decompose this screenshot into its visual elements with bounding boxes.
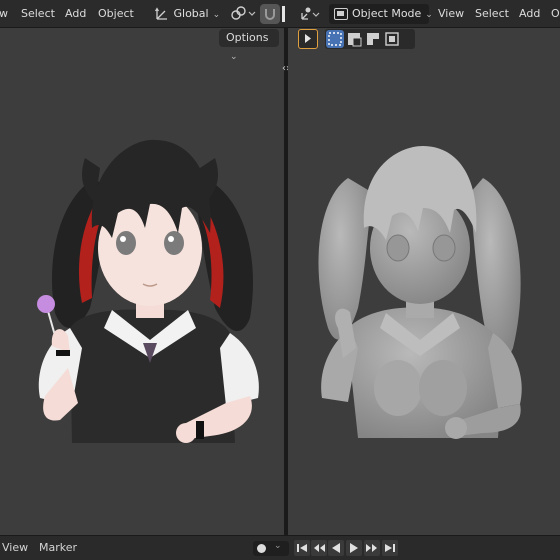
select-tool-button[interactable]	[298, 29, 318, 49]
chevron-down-icon: ⌄	[274, 541, 282, 551]
play-button[interactable]	[346, 540, 362, 556]
menu-add[interactable]: Add	[65, 6, 86, 22]
editor-type-dropdown[interactable]	[296, 4, 324, 24]
transform-orientation-dropdown[interactable]: Global ⌄	[152, 4, 222, 24]
header-edge-marker	[282, 6, 285, 22]
left-3d-viewport[interactable]: Options ⌄	[0, 28, 284, 535]
anime-girl-rendered-model	[37, 139, 259, 443]
options-label: Options	[226, 31, 269, 44]
cursor-icon	[305, 34, 311, 43]
orientation-label: Global	[173, 7, 209, 20]
object-mode-label: Object Mode	[352, 7, 422, 20]
select-invert-button[interactable]	[383, 30, 401, 48]
pivot-point-dropdown[interactable]	[228, 4, 258, 24]
top-header-bar: w Select Add Object Global ⌄ Object Mode ⌄…	[0, 0, 560, 28]
play-reverse-button[interactable]	[328, 540, 344, 556]
jump-end-icon	[385, 544, 395, 552]
select-invert-icon	[385, 32, 399, 46]
next-keyframe-button[interactable]	[364, 540, 380, 556]
select-extend-button[interactable]	[345, 30, 363, 48]
selection-mode-group	[325, 29, 415, 49]
jump-end-button[interactable]	[382, 540, 398, 556]
keyframe-dropdown[interactable]: ⌄	[253, 541, 289, 556]
chevron-down-icon: ⌄	[425, 10, 433, 20]
select-subtract-icon	[367, 33, 380, 46]
select-extend-icon	[348, 33, 362, 47]
snap-toggle[interactable]	[260, 4, 280, 24]
chevron-down-icon: ⌄	[230, 52, 238, 62]
menu-select-right[interactable]: Select	[475, 6, 509, 22]
select-box-icon	[328, 32, 342, 46]
sculpt-bust-model	[318, 146, 522, 439]
3d-viewport-icon	[301, 7, 320, 20]
select-subtract-button[interactable]	[364, 30, 382, 48]
prev-keyframe-icon	[314, 544, 325, 552]
options-dropdown[interactable]: Options ⌄	[219, 29, 279, 62]
menu-select[interactable]: Select	[21, 6, 55, 22]
menu-add-right[interactable]: Add	[519, 6, 540, 22]
record-icon	[257, 544, 266, 553]
menu-view-truncated[interactable]: w	[0, 6, 8, 22]
chevron-down-icon: ⌄	[212, 10, 221, 20]
footer-menu-marker[interactable]: Marker	[39, 541, 77, 555]
next-keyframe-icon	[366, 544, 377, 552]
jump-start-icon	[297, 544, 307, 552]
right-3d-viewport[interactable]	[288, 28, 560, 535]
menu-object[interactable]: Object	[98, 6, 134, 22]
orientation-icon	[154, 7, 170, 21]
link-icon	[231, 6, 256, 20]
magnet-icon	[265, 9, 275, 20]
object-mode-dropdown[interactable]: Object Mode ⌄	[329, 4, 433, 24]
prev-keyframe-button[interactable]	[311, 540, 327, 556]
jump-start-button[interactable]	[294, 540, 310, 556]
object-mode-icon	[334, 8, 348, 20]
footer-menu-view[interactable]: View	[2, 541, 28, 555]
menu-view[interactable]: View	[438, 6, 464, 22]
play-icon	[350, 543, 358, 553]
timeline-footer: View Marker ⌄	[0, 535, 560, 560]
select-new-button[interactable]	[326, 30, 344, 48]
menu-object-right-truncated[interactable]: O	[551, 6, 560, 22]
play-reverse-icon	[332, 543, 340, 553]
